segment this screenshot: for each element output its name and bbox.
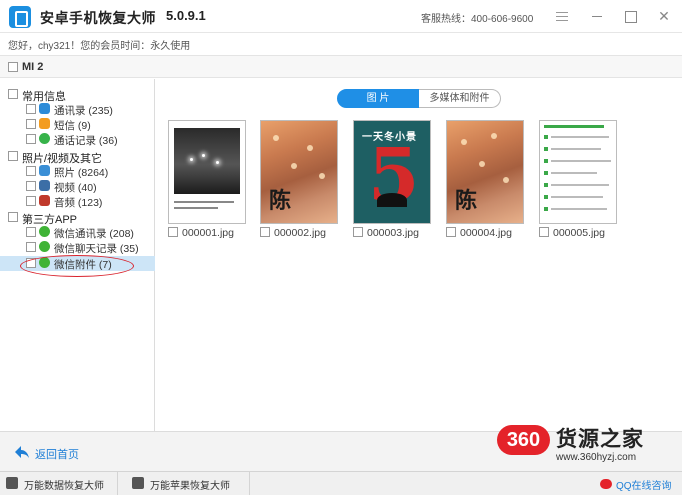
taskbar-item-label: 万能数据恢复大师	[24, 481, 104, 492]
minimize-icon[interactable]	[589, 8, 605, 24]
app-logo-icon	[9, 6, 31, 28]
file-checkbox[interactable]	[446, 227, 456, 237]
sms-icon	[39, 118, 50, 129]
item-checkbox[interactable]	[26, 104, 36, 114]
sidebar-item-call-log[interactable]: 通话记录 (36)	[26, 132, 154, 147]
thumbnail-bird	[377, 193, 407, 207]
qq-online-link[interactable]: QQ在线咨询	[616, 477, 672, 492]
file-name: 000005.jpg	[553, 227, 605, 239]
item-checkbox[interactable]	[26, 258, 36, 268]
menu-icon[interactable]	[554, 8, 570, 24]
item-checkbox[interactable]	[26, 166, 36, 176]
file-name: 000002.jpg	[274, 227, 326, 239]
item-checkbox[interactable]	[26, 181, 36, 191]
main-panel: 图 片 多媒体和附件 000001.jpg 陈 000002.jpg 一天冬小景…	[156, 79, 682, 431]
wechat-icon	[39, 226, 50, 237]
user-info-text: 您好，chy321！您的会员时间：永久使用	[8, 41, 191, 52]
title-bar: 安卓手机恢复大师 5.0.9.1 客服热线：400-606-9600 ✕	[0, 0, 682, 33]
wechat-icon	[39, 241, 50, 252]
file-thumbnail[interactable]	[539, 120, 617, 224]
file-thumbnail[interactable]	[168, 120, 246, 224]
thumbnail-image	[174, 128, 240, 194]
thumbnail-text: 陈	[269, 188, 292, 214]
sidebar-item-sms[interactable]: 短信 (9)	[26, 117, 154, 132]
taskbar-item-data-recovery[interactable]: 万能数据恢复大师	[0, 472, 118, 495]
thumbnail-text: 陈	[455, 188, 478, 214]
video-icon	[39, 180, 50, 191]
category-checkbox[interactable]	[8, 212, 18, 222]
item-checkbox[interactable]	[26, 134, 36, 144]
user-info-bar: 您好，chy321！您的会员时间：永久使用	[0, 33, 682, 54]
call-log-icon	[39, 133, 50, 144]
item-label: 照片 (8264)	[54, 167, 109, 179]
item-label: 通话记录 (36)	[54, 135, 118, 147]
sidebar-item-wechat-attachments[interactable]: 微信附件 (7)	[0, 256, 155, 271]
apple-icon	[132, 477, 144, 489]
file-item[interactable]: 000002.jpg	[260, 227, 326, 239]
app-title: 安卓手机恢复大师	[40, 10, 156, 26]
item-label: 视频 (40)	[54, 182, 97, 194]
file-name: 000003.jpg	[367, 227, 419, 239]
file-thumbnail[interactable]: 陈	[260, 120, 338, 224]
item-label: 微信聊天记录 (35)	[54, 243, 139, 255]
sidebar-item-wechat-contacts[interactable]: 微信通讯录 (208)	[26, 225, 154, 240]
file-thumbnail[interactable]: 一天冬小景 5	[353, 120, 431, 224]
item-checkbox[interactable]	[26, 227, 36, 237]
sidebar-item-videos[interactable]: 视频 (40)	[26, 179, 154, 194]
file-checkbox[interactable]	[353, 227, 363, 237]
file-checkbox[interactable]	[539, 227, 549, 237]
sidebar: 常用信息 通讯录 (235) 短信 (9) 通话记录 (36) 照片/视频及其它…	[0, 79, 155, 431]
photo-icon	[39, 165, 50, 176]
taskbar: 万能数据恢复大师 万能苹果恢复大师 QQ在线咨询	[0, 471, 682, 495]
tab-bar: 图 片 多媒体和附件	[337, 89, 501, 108]
watermark-url: www.360hyzj.com	[556, 452, 637, 463]
file-name: 000004.jpg	[460, 227, 512, 239]
sidebar-item-wechat-chats[interactable]: 微信聊天记录 (35)	[26, 240, 154, 255]
file-checkbox[interactable]	[260, 227, 270, 237]
item-checkbox[interactable]	[26, 242, 36, 252]
tab-media-attachments[interactable]: 多媒体和附件	[419, 89, 501, 108]
item-label: 短信 (9)	[54, 120, 91, 132]
device-checkbox[interactable]	[8, 62, 18, 72]
item-label: 微信通讯录 (208)	[54, 228, 134, 240]
item-label: 通讯录 (235)	[54, 105, 113, 117]
audio-icon	[39, 195, 50, 206]
sidebar-item-photos[interactable]: 照片 (8264)	[26, 164, 154, 179]
close-icon[interactable]: ✕	[656, 8, 672, 24]
item-checkbox[interactable]	[26, 196, 36, 206]
qq-icon	[600, 479, 612, 489]
back-arrow-icon	[15, 446, 29, 458]
watermark-logo: 360	[497, 425, 550, 455]
category-checkbox[interactable]	[8, 89, 18, 99]
file-checkbox[interactable]	[168, 227, 178, 237]
sidebar-item-contacts[interactable]: 通讯录 (235)	[26, 102, 154, 117]
file-item[interactable]: 000005.jpg	[539, 227, 605, 239]
file-item[interactable]: 000003.jpg	[353, 227, 419, 239]
item-checkbox[interactable]	[26, 119, 36, 129]
item-label: 音频 (123)	[54, 197, 103, 209]
category-checkbox[interactable]	[8, 151, 18, 161]
taskbar-item-label: 万能苹果恢复大师	[150, 481, 230, 492]
back-home-label: 返回首页	[35, 449, 79, 461]
file-item[interactable]: 000004.jpg	[446, 227, 512, 239]
taskbar-item-apple-recovery[interactable]: 万能苹果恢复大师	[126, 472, 250, 495]
hotline-text: 客服热线：400-606-9600	[421, 14, 534, 25]
device-bar: MI 2	[0, 55, 682, 78]
tab-photos[interactable]: 图 片	[337, 89, 419, 108]
file-thumbnail[interactable]: 陈	[446, 120, 524, 224]
contacts-icon	[39, 103, 50, 114]
file-name: 000001.jpg	[182, 227, 234, 239]
device-name: MI 2	[22, 61, 44, 73]
app-version: 5.0.9.1	[166, 8, 206, 23]
watermark-title: 货源之家	[556, 428, 644, 451]
wechat-icon	[39, 257, 50, 268]
item-label: 微信附件 (7)	[54, 259, 112, 271]
maximize-icon[interactable]	[622, 8, 638, 24]
data-recovery-app-icon	[6, 477, 18, 489]
sidebar-item-audio[interactable]: 音频 (123)	[26, 194, 154, 209]
file-item[interactable]: 000001.jpg	[168, 227, 234, 239]
